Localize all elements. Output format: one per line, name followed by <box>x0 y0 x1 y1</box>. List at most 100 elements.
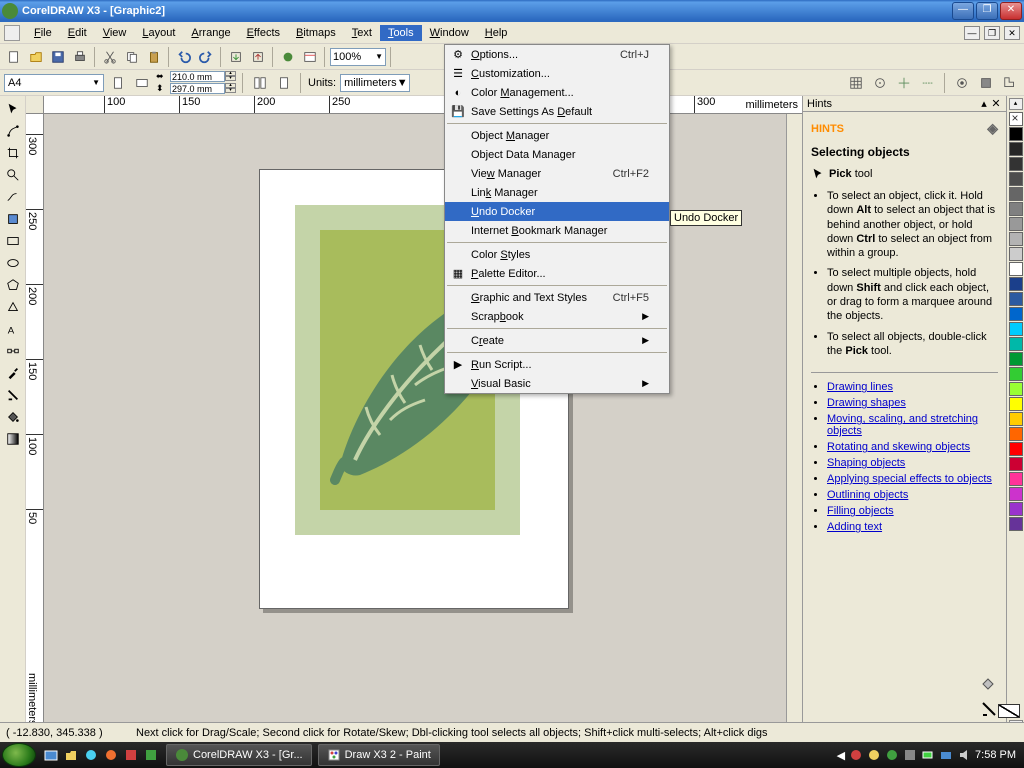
fill-indicator-icon[interactable] <box>980 676 998 694</box>
color-swatch[interactable] <box>1009 142 1023 156</box>
menu-item-save-settings-as-default[interactable]: 💾Save Settings As Default <box>445 102 669 121</box>
landscape-button[interactable] <box>132 73 152 93</box>
menu-item-color-management[interactable]: ◐Color Management... <box>445 83 669 102</box>
color-swatch[interactable] <box>1009 127 1023 141</box>
color-swatch[interactable] <box>1009 322 1023 336</box>
mdi-restore-button[interactable]: ❐ <box>984 26 1000 40</box>
menu-item-object-manager[interactable]: Object Manager <box>445 126 669 145</box>
options-button[interactable] <box>952 73 972 93</box>
crop-tool[interactable] <box>2 143 24 163</box>
portrait-button[interactable] <box>108 73 128 93</box>
task-coreldraw[interactable]: CorelDRAW X3 - [Gr... <box>166 744 312 766</box>
ql-app1[interactable] <box>122 745 140 765</box>
menu-edit[interactable]: Edit <box>60 25 95 41</box>
tray-expand-button[interactable]: ◀ <box>837 749 845 762</box>
export-button[interactable] <box>248 47 268 67</box>
treat-as-filled-button[interactable] <box>976 73 996 93</box>
docker-close-button[interactable]: ✕ <box>990 97 1002 110</box>
menu-arrange[interactable]: Arrange <box>183 25 238 41</box>
ql-show-desktop[interactable] <box>42 745 60 765</box>
tray-network-icon[interactable] <box>939 748 953 762</box>
new-button[interactable] <box>4 47 24 67</box>
menu-tools[interactable]: Tools <box>380 25 422 41</box>
color-swatch[interactable] <box>1009 247 1023 261</box>
menu-item-visual-basic[interactable]: Visual Basic▶ <box>445 374 669 393</box>
palette-up-button[interactable]: ▴ <box>1009 98 1023 110</box>
menu-item-view-manager[interactable]: View ManagerCtrl+F2 <box>445 164 669 183</box>
menu-item-color-styles[interactable]: Color Styles <box>445 245 669 264</box>
undo-button[interactable] <box>174 47 194 67</box>
hints-link[interactable]: Drawing lines <box>827 381 893 393</box>
docker-collapse-button[interactable]: ▴ <box>978 97 990 110</box>
paste-button[interactable] <box>144 47 164 67</box>
pick-tool[interactable] <box>2 99 24 119</box>
ql-app2[interactable] <box>142 745 160 765</box>
menu-effects[interactable]: Effects <box>239 25 288 41</box>
color-swatch[interactable] <box>1009 262 1023 276</box>
color-swatch[interactable] <box>1009 382 1023 396</box>
smart-fill-tool[interactable] <box>2 209 24 229</box>
color-swatch[interactable] <box>1009 202 1023 216</box>
hints-link[interactable]: Applying special effects to objects <box>827 473 992 485</box>
menu-view[interactable]: View <box>95 25 135 41</box>
tray-icon[interactable] <box>903 748 917 762</box>
menu-item-link-manager[interactable]: Link Manager <box>445 183 669 202</box>
maximize-button[interactable]: ❐ <box>976 2 998 20</box>
hints-link[interactable]: Outlining objects <box>827 489 908 501</box>
draw-complex-button[interactable] <box>1000 73 1020 93</box>
menu-window[interactable]: Window <box>422 25 477 41</box>
tray-clock[interactable]: 7:58 PM <box>975 749 1016 761</box>
height-spinner[interactable]: ▴▾ <box>225 83 236 94</box>
start-button[interactable] <box>2 743 36 767</box>
scrollbar-vertical[interactable] <box>786 114 802 730</box>
eyedropper-tool[interactable] <box>2 363 24 383</box>
menu-help[interactable]: Help <box>477 25 516 41</box>
color-swatch[interactable] <box>1009 367 1023 381</box>
menu-item-object-data-manager[interactable]: Object Data Manager <box>445 145 669 164</box>
width-spinner[interactable]: ▴▾ <box>225 71 236 82</box>
color-swatch[interactable] <box>1009 337 1023 351</box>
import-button[interactable] <box>226 47 246 67</box>
current-page-button[interactable] <box>274 73 294 93</box>
color-swatch[interactable] <box>1009 457 1023 471</box>
all-pages-button[interactable] <box>250 73 270 93</box>
menu-item-create[interactable]: Create▶ <box>445 331 669 350</box>
color-swatch[interactable] <box>1009 472 1023 486</box>
tray-icon[interactable] <box>885 748 899 762</box>
welcome-button[interactable] <box>300 47 320 67</box>
canvas-viewport[interactable] <box>44 114 786 730</box>
units-combo[interactable]: millimeters ▼ <box>340 74 410 92</box>
redo-button[interactable] <box>196 47 216 67</box>
page-height-input[interactable] <box>170 83 225 94</box>
color-swatch[interactable] <box>1009 217 1023 231</box>
outline-indicator-icon[interactable] <box>980 700 998 718</box>
menu-item-options[interactable]: ⚙Options...Ctrl+J <box>445 45 669 64</box>
menu-item-undo-docker[interactable]: Undo Docker <box>445 202 669 221</box>
polygon-tool[interactable] <box>2 275 24 295</box>
menu-item-graphic-and-text-styles[interactable]: Graphic and Text StylesCtrl+F5 <box>445 288 669 307</box>
paper-size-combo[interactable]: A4 ▼ <box>4 74 104 92</box>
color-swatch[interactable] <box>1009 232 1023 246</box>
rectangle-tool[interactable] <box>2 231 24 251</box>
color-swatch[interactable] <box>1009 187 1023 201</box>
menu-item-scrapbook[interactable]: Scrapbook▶ <box>445 307 669 326</box>
page-width-input[interactable] <box>170 71 225 82</box>
tray-battery-icon[interactable] <box>921 748 935 762</box>
menu-item-customization[interactable]: ☰Customization... <box>445 64 669 83</box>
menu-item-palette-editor[interactable]: ▦Palette Editor... <box>445 264 669 283</box>
dyn-guide-button[interactable] <box>918 73 938 93</box>
menu-item-run-script[interactable]: ▶Run Script... <box>445 355 669 374</box>
copy-button[interactable] <box>122 47 142 67</box>
mdi-minimize-button[interactable]: — <box>964 26 980 40</box>
interactive-blend-tool[interactable] <box>2 341 24 361</box>
color-swatch[interactable] <box>1009 292 1023 306</box>
snap-button[interactable] <box>846 73 866 93</box>
no-fill-swatch[interactable] <box>1009 112 1023 126</box>
hints-link[interactable]: Rotating and skewing objects <box>827 441 970 453</box>
color-swatch[interactable] <box>1009 352 1023 366</box>
color-swatch[interactable] <box>1009 487 1023 501</box>
snap-obj-button[interactable] <box>870 73 890 93</box>
color-swatch[interactable] <box>1009 442 1023 456</box>
zoom-combo[interactable]: 100% ▼ <box>330 48 386 66</box>
menu-bitmaps[interactable]: Bitmaps <box>288 25 344 41</box>
